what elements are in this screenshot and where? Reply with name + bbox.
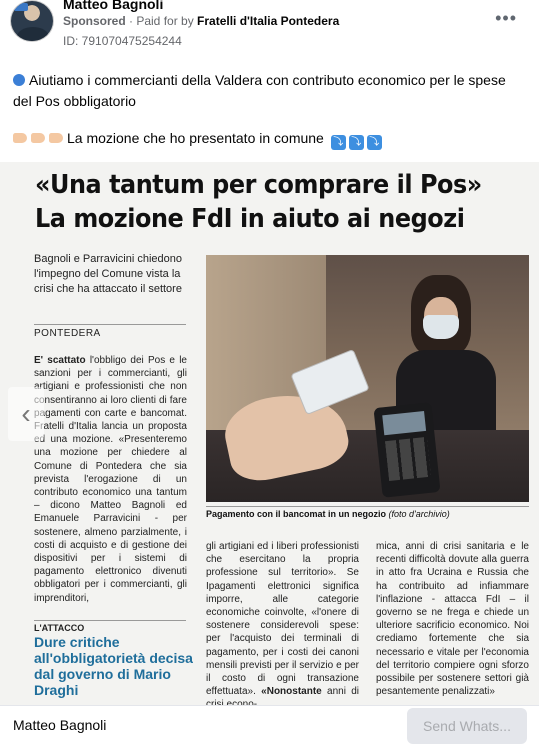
avatar-badge-icon bbox=[14, 3, 28, 11]
page-name[interactable]: Matteo Bagnoli bbox=[63, 0, 163, 12]
pointing-hand-icon bbox=[49, 133, 63, 143]
post-text-line2-row: La mozione che ho presentato in comune ⤵… bbox=[13, 130, 382, 150]
post-text-line2: La mozione che ho presentato in comune bbox=[67, 130, 324, 146]
cta-page-name[interactable]: Matteo Bagnoli bbox=[13, 717, 106, 733]
pos-keys bbox=[384, 436, 431, 482]
article-photo bbox=[206, 255, 529, 502]
profile-avatar[interactable] bbox=[10, 0, 54, 42]
sponsored-label[interactable]: Sponsored bbox=[63, 14, 126, 28]
article-column-1: E' scattato l'obbligo dei Pos e le sanzi… bbox=[34, 354, 187, 605]
newspaper-headline: «Una tantum per comprare il Pos» La mozi… bbox=[35, 168, 495, 236]
arrow-down-icon: ⤵ bbox=[366, 135, 382, 150]
headline-line2: La mozione FdI in aiuto ai negozi bbox=[35, 204, 465, 234]
carousel-prev-button[interactable]: ‹ bbox=[8, 387, 44, 441]
secondary-subhead: Dure critiche all'obbligatorietà decisa … bbox=[34, 634, 193, 698]
pointing-hand-icon bbox=[31, 133, 45, 143]
paid-for-prefix: · Paid for by bbox=[125, 14, 198, 28]
caption-italic: (foto d'archivio) bbox=[386, 509, 450, 519]
arrow-down-icon: ⤵ bbox=[348, 135, 364, 150]
column2-tail-bold: «Nonostante bbox=[261, 686, 322, 698]
payer-name[interactable]: Fratelli d'Italia Pontedera bbox=[197, 14, 339, 28]
pos-terminal bbox=[373, 402, 441, 498]
column1-lead: E' scattato bbox=[34, 355, 86, 366]
chevron-left-icon: ‹ bbox=[21, 398, 31, 429]
pointing-hand-icon bbox=[13, 133, 27, 143]
cta-bar: Matteo Bagnoli Send Whats... bbox=[0, 705, 539, 750]
caption-bold: Pagamento con il bancomat in un negozio bbox=[206, 509, 387, 519]
send-whatsapp-button[interactable]: Send Whats... bbox=[407, 708, 527, 744]
ad-id: ID: 791070475254244 bbox=[63, 34, 182, 48]
ellipsis-icon[interactable]: ••• bbox=[495, 8, 517, 29]
photo-caption: Pagamento con il bancomat in un negozio … bbox=[206, 506, 529, 519]
post-header: Matteo Bagnoli Sponsored · Paid for by F… bbox=[0, 0, 539, 56]
post-text-line1: Aiutiamo i commercianti della Valdera co… bbox=[13, 72, 506, 109]
post-message: Aiutiamo i commercianti della Valdera co… bbox=[13, 70, 528, 112]
article-column-3: mica, anni di crisi sanitaria e le recen… bbox=[376, 541, 529, 698]
newspaper-subhead: Bagnoli e Parravicini chiedono l'impegno… bbox=[34, 253, 182, 295]
photo-mask bbox=[423, 315, 459, 339]
dateline-place: PONTEDERA bbox=[34, 324, 186, 339]
attacco-label: L'ATTACCO bbox=[34, 620, 186, 633]
sponsored-line: Sponsored · Paid for by Fratelli d'Itali… bbox=[63, 14, 339, 28]
newspaper-image[interactable]: «Una tantum per comprare il Pos» La mozi… bbox=[0, 162, 539, 705]
pos-screen bbox=[382, 411, 427, 436]
column2-text: gli artigiani ed i liberi professionisti… bbox=[206, 541, 359, 698]
headline-line1: «Una tantum per comprare il Pos» bbox=[35, 170, 482, 200]
article-column-2: gli artigiani ed i liberi professionisti… bbox=[206, 540, 359, 705]
blue-circle-icon bbox=[13, 74, 25, 86]
arrow-down-icon: ⤵ bbox=[330, 135, 346, 150]
column1-text: l'obbligo dei Pos e le sanzioni per i co… bbox=[34, 355, 187, 604]
